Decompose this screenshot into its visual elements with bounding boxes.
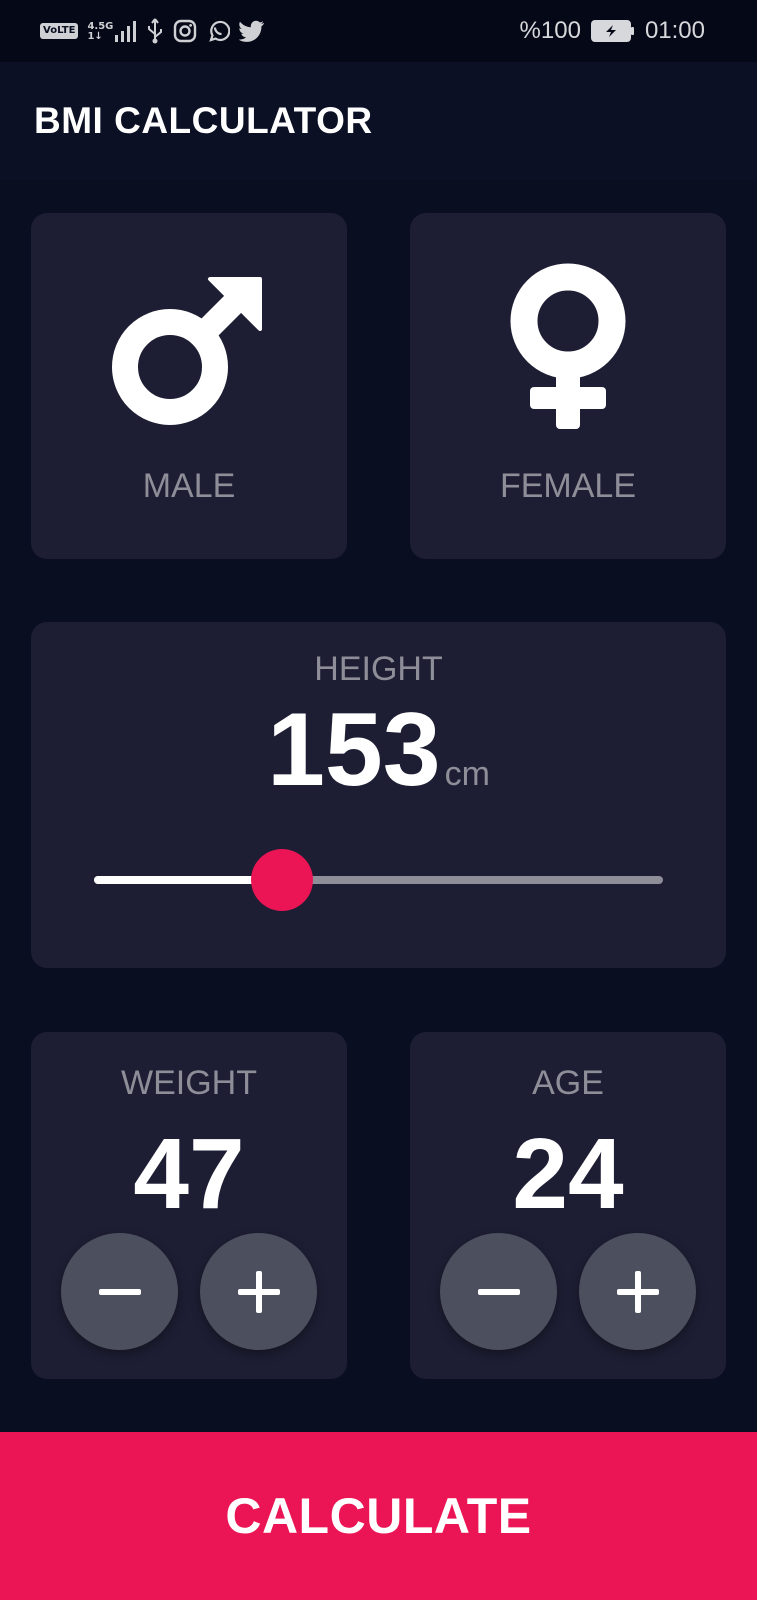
height-slider-thumb[interactable] [250,849,313,911]
network-indicator: 4.5G 1↓ [87,20,137,42]
age-label: AGE [532,1064,604,1102]
male-label: MALE [142,467,236,505]
height-unit: cm [444,755,490,793]
height-value: 153 [267,692,441,808]
plus-icon [237,1270,280,1313]
whatsapp-icon [209,20,231,42]
plus-icon [616,1270,659,1313]
battery-charging-icon [590,20,634,42]
clock: 01:00 [644,17,705,44]
calculate-button[interactable]: CALCULATE [0,1432,757,1600]
male-symbol-icon [112,277,262,425]
status-icons-left: VoLTE 4.5G 1↓ [40,16,265,46]
battery-percent: %100 [519,17,581,44]
volte-badge: VoLTE [40,23,79,39]
female-symbol-icon [510,263,626,429]
status-icons-right: %100 01:00 [520,16,705,46]
height-label: HEIGHT [314,650,443,688]
instagram-icon [174,19,197,43]
age-decrement-button[interactable] [440,1233,557,1350]
usb-icon [148,18,163,44]
minus-icon [98,1288,141,1295]
twitter-icon [239,20,265,42]
signal-icon [115,21,137,42]
app-title: BMI CALCULATOR [34,100,373,141]
female-label: FEMALE [499,467,637,505]
weight-increment-button[interactable] [200,1233,317,1350]
network-activity: 1↓ [87,31,103,42]
female-card[interactable]: FEMALE [410,213,726,559]
weight-label: WEIGHT [121,1064,257,1102]
weight-value: 47 [133,1118,245,1230]
male-card[interactable]: MALE [31,213,347,559]
weight-decrement-button[interactable] [61,1233,178,1350]
app-bar: BMI CALCULATOR [0,62,757,180]
status-bar: VoLTE 4.5G 1↓ %100 01:00 [0,0,757,62]
age-increment-button[interactable] [579,1233,696,1350]
minus-icon [477,1288,520,1295]
calculate-label: CALCULATE [225,1488,532,1544]
height-value-row: 153 cm [0,698,757,831]
age-value: 24 [512,1118,624,1230]
